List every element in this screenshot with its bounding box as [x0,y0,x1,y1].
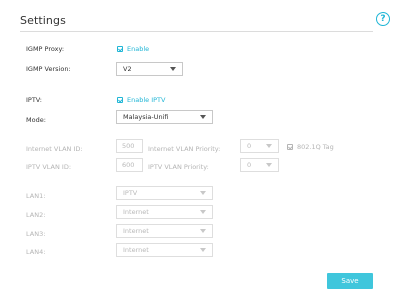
page-title: Settings [20,14,66,27]
checkbox-checked-icon [117,46,123,52]
lan3-select[interactable]: Internet [116,224,213,238]
lan3-value: Internet [123,227,149,235]
tag-8021q-label: 802.1Q Tag [297,143,334,151]
lan1-label: LAN1: [26,192,46,200]
question-circle-icon[interactable]: ? [376,12,390,26]
mode-value: Malaysia-Unifi [123,113,169,121]
save-button[interactable]: Save [327,273,373,289]
tag-8021q-checkbox[interactable]: 802.1Q Tag [287,143,334,151]
title-divider [20,31,373,32]
igmp-proxy-enable-label: Enable [127,45,150,53]
iptv-label: IPTV: [26,96,42,104]
iptv-settings-panel: Settings ? IGMP Proxy: Enable IGMP Versi… [0,0,400,305]
lan2-select[interactable]: Internet [116,205,213,219]
lan2-value: Internet [123,208,149,216]
igmp-version-value: V2 [123,65,132,73]
lan1-value: IPTV [123,189,138,197]
chevron-down-icon [200,191,206,195]
igmp-version-label: IGMP Version: [26,65,71,73]
iptv-vlan-priority-label: IPTV VLAN Priority: [148,163,209,171]
igmp-version-select[interactable]: V2 [116,62,183,76]
chevron-down-icon [170,67,176,71]
iptv-enable-label: Enable IPTV [127,96,166,104]
iptv-vlan-id-label: IPTV VLAN ID: [26,163,72,171]
internet-vlan-priority-select[interactable]: 0 [240,139,279,153]
lan2-label: LAN2: [26,211,46,219]
lan4-label: LAN4: [26,248,46,256]
lan4-select[interactable]: Internet [116,243,213,257]
chevron-down-icon [266,163,272,167]
chevron-down-icon [200,115,206,119]
internet-vlan-id-label: Internet VLAN ID: [26,145,83,153]
iptv-enable-checkbox[interactable]: Enable IPTV [117,96,165,104]
checkbox-checked-icon [287,144,293,150]
lan1-select[interactable]: IPTV [116,186,213,200]
mode-label: Mode: [26,116,46,124]
igmp-proxy-enable-checkbox[interactable]: Enable [117,45,149,53]
chevron-down-icon [200,229,206,233]
lan3-label: LAN3: [26,230,46,238]
internet-vlan-id-input[interactable]: 500 [116,139,143,153]
iptv-vlan-priority-value: 0 [247,161,252,169]
chevron-down-icon [200,210,206,214]
igmp-proxy-label: IGMP Proxy: [26,45,65,53]
internet-vlan-priority-value: 0 [247,142,252,150]
mode-select[interactable]: Malaysia-Unifi [116,110,213,124]
lan4-value: Internet [123,246,149,254]
chevron-down-icon [200,248,206,252]
iptv-vlan-id-input[interactable]: 600 [116,158,143,172]
chevron-down-icon [266,144,272,148]
internet-vlan-priority-label: Internet VLAN Priority: [148,145,221,153]
checkbox-checked-icon [117,97,123,103]
iptv-vlan-priority-select[interactable]: 0 [240,158,279,172]
